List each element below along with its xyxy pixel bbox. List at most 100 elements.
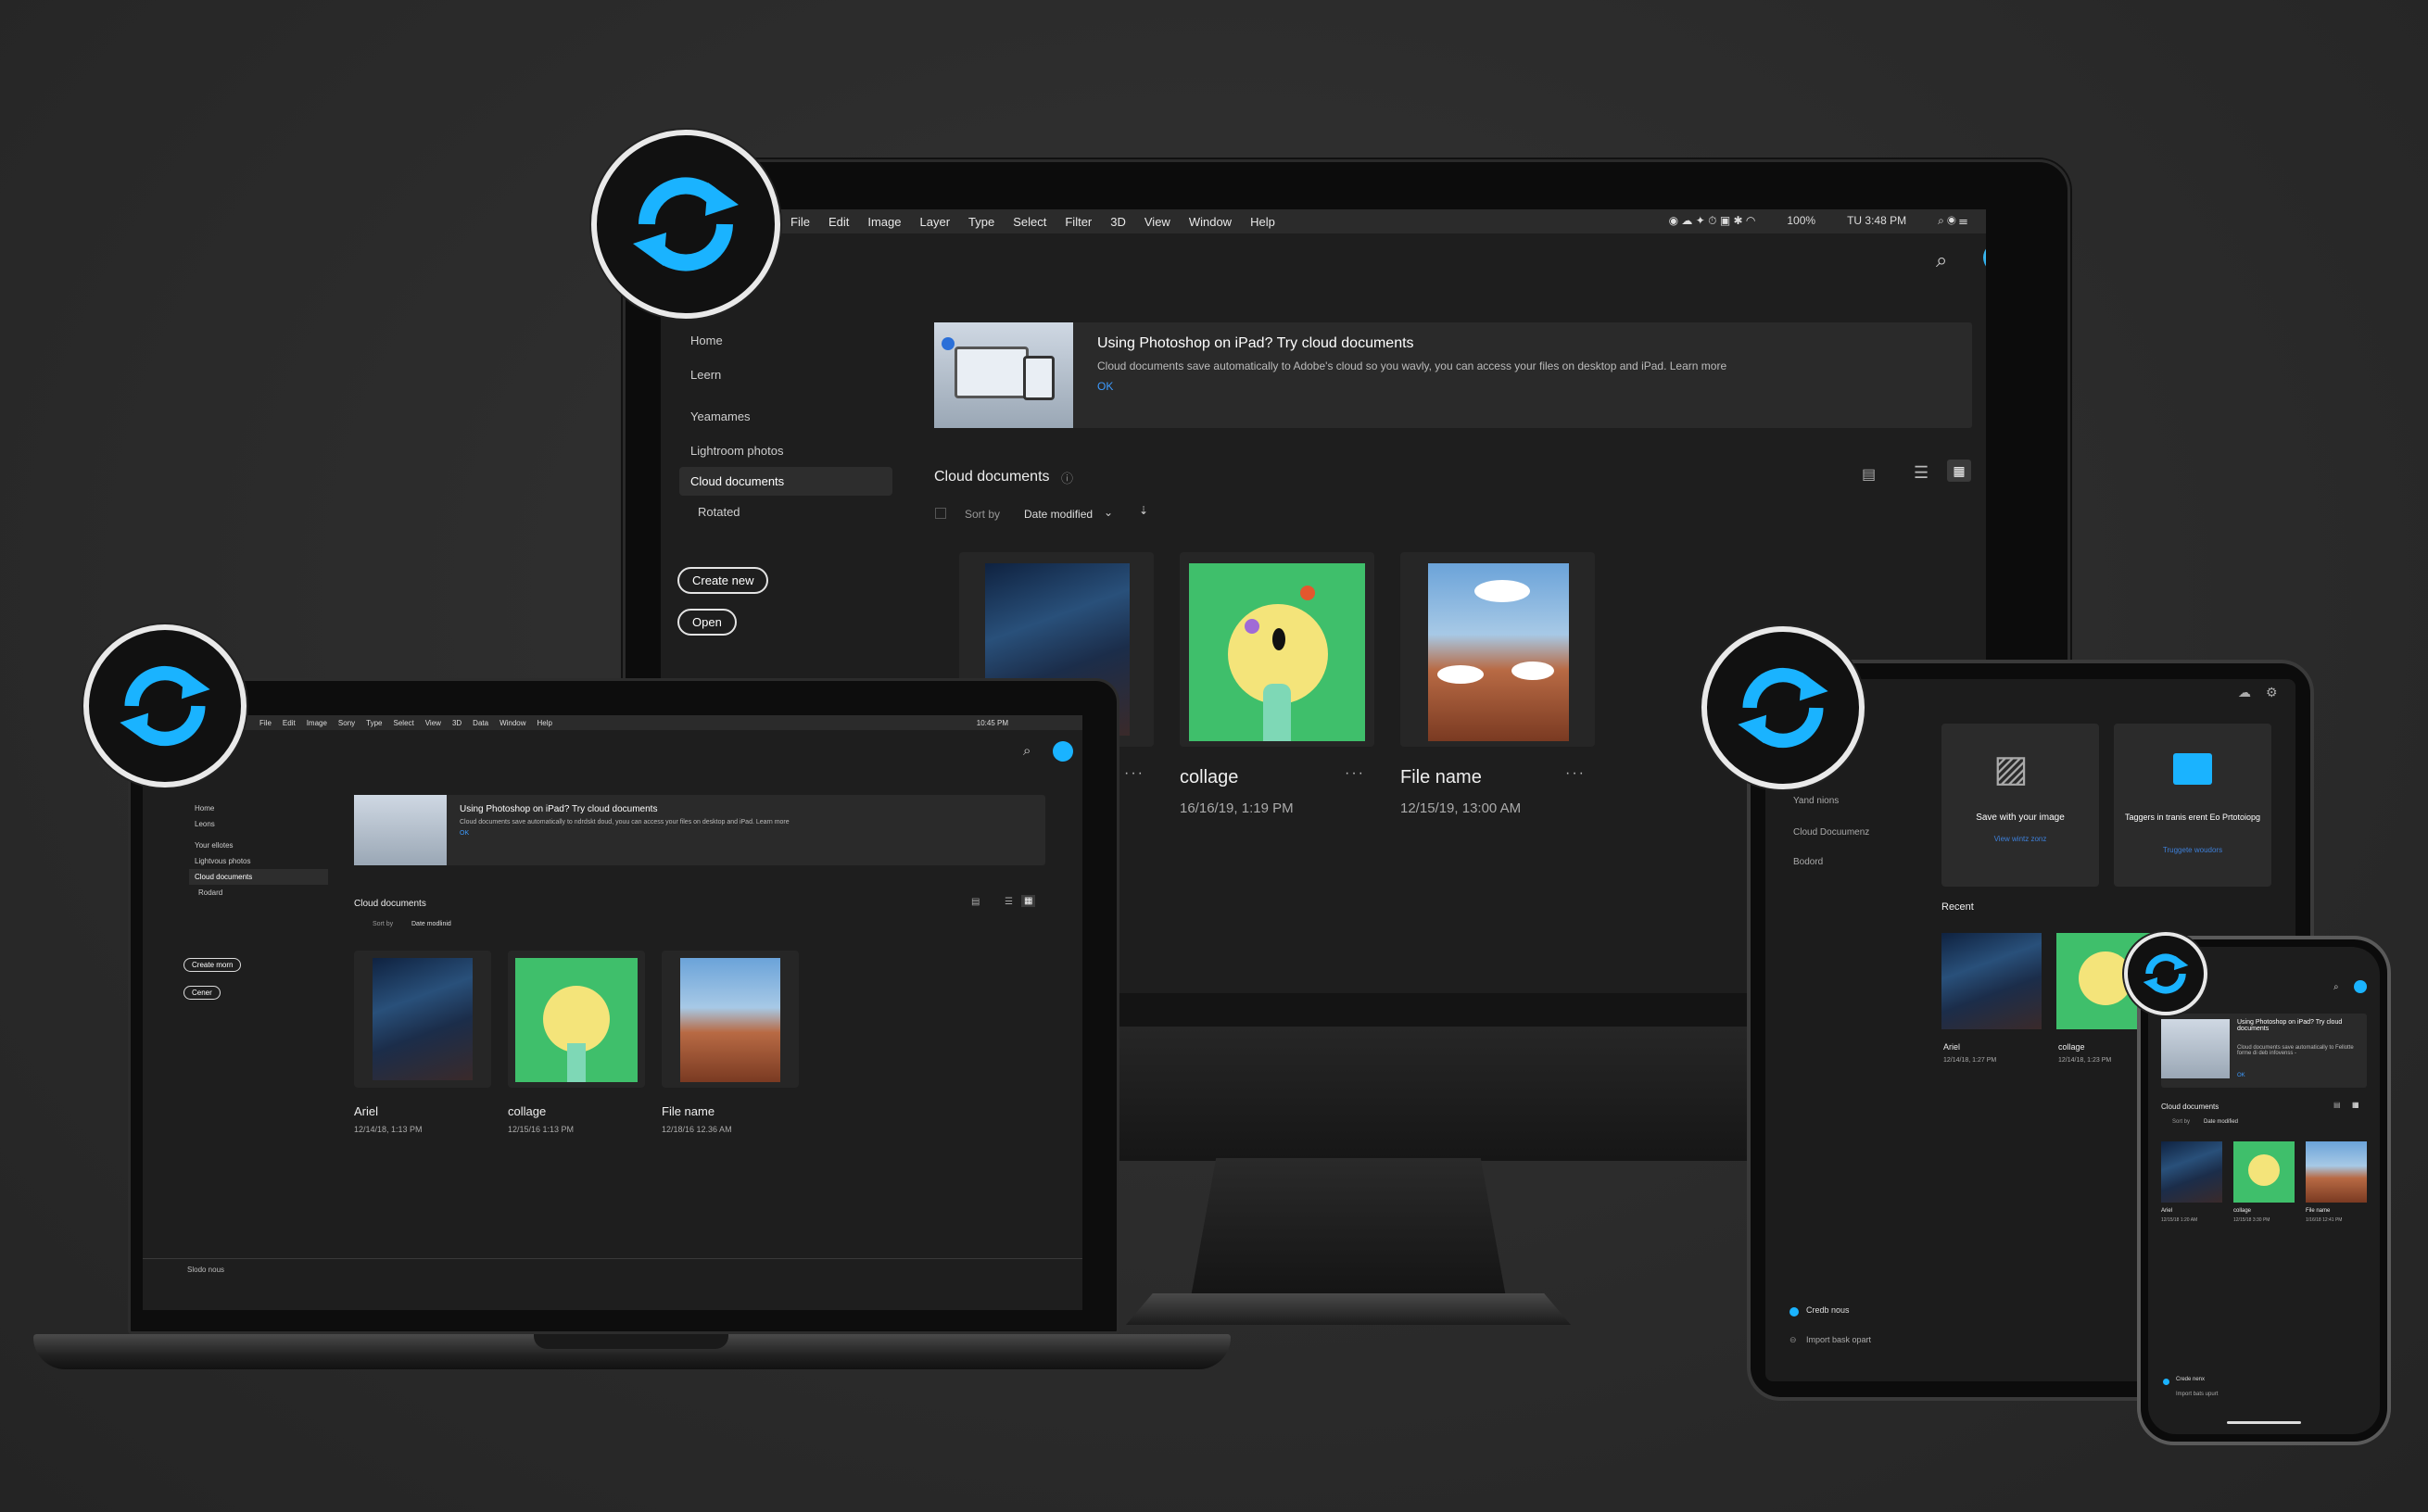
file-name[interactable]: File name xyxy=(1400,767,1482,788)
create-new-button[interactable]: Create morn xyxy=(183,958,242,972)
menu-select[interactable]: Select xyxy=(1013,215,1046,229)
avatar[interactable] xyxy=(1983,243,1986,272)
create-new-link[interactable]: Crede nenx xyxy=(2176,1377,2205,1382)
search-icon[interactable]: ⌕ xyxy=(1936,248,1947,272)
menu-image[interactable]: Image xyxy=(867,215,901,229)
sort-dropdown[interactable]: Date modified xyxy=(1024,508,1093,521)
file-name[interactable]: File name xyxy=(2306,1208,2330,1214)
menu-sony[interactable]: Sony xyxy=(338,719,355,727)
file-thumbnail[interactable] xyxy=(1941,933,2042,1029)
create-new-link[interactable]: Credb nous xyxy=(1806,1305,1850,1315)
search-icon[interactable]: ⌕ xyxy=(2333,982,2339,992)
plus-icon[interactable] xyxy=(1789,1307,1799,1317)
file-thumbnail[interactable] xyxy=(2233,1141,2295,1203)
create-new-button[interactable]: Create new xyxy=(677,567,769,594)
open-button[interactable]: Open xyxy=(677,609,737,636)
file-name[interactable]: collage xyxy=(508,1104,546,1118)
sidebar-item-home[interactable]: Home xyxy=(189,800,328,816)
plus-icon[interactable] xyxy=(2163,1379,2169,1385)
menu-help[interactable]: Help xyxy=(537,719,552,727)
card-link[interactable]: View wintz zonz xyxy=(1941,835,2099,843)
file-name[interactable]: File name xyxy=(662,1104,714,1118)
file-thumbnail[interactable] xyxy=(515,958,638,1082)
file-name[interactable]: collage xyxy=(2058,1042,2085,1052)
file-name[interactable]: Ariel xyxy=(354,1104,378,1118)
sidebar-item-lightroom[interactable]: Lightvous photos xyxy=(189,853,328,869)
grid-view-icon[interactable]: ▦ xyxy=(1947,460,1971,482)
chevron-down-icon[interactable]: ⌄ xyxy=(1104,506,1113,519)
file-name[interactable]: collage xyxy=(2233,1208,2251,1214)
more-options-icon[interactable]: ··· xyxy=(1124,765,1144,782)
select-all-checkbox[interactable] xyxy=(935,508,946,519)
import-icon[interactable]: ⊖ xyxy=(1789,1335,1797,1345)
file-thumbnail[interactable] xyxy=(2306,1141,2367,1203)
sidebar-item-yand[interactable]: Yand nions xyxy=(1793,796,1839,806)
menu-3d[interactable]: 3D xyxy=(452,719,462,727)
open-button[interactable]: Cener xyxy=(183,986,221,1000)
folder-icon[interactable]: ▤ xyxy=(2333,1101,2341,1109)
banner-ok-link[interactable]: OK xyxy=(1097,380,1113,393)
menu-edit[interactable]: Edit xyxy=(283,719,296,727)
file-thumbnail[interactable] xyxy=(1428,563,1569,741)
sidebar-item-home[interactable]: Home xyxy=(679,326,892,355)
file-thumbnail[interactable] xyxy=(680,958,780,1082)
more-options-icon[interactable]: ··· xyxy=(1565,765,1586,782)
search-icon[interactable]: ⌕ xyxy=(1023,743,1031,759)
spotlight-icon[interactable]: ⌕ ◉ ☰ xyxy=(1938,214,1967,228)
file-card[interactable] xyxy=(354,951,491,1088)
file-name[interactable]: Ariel xyxy=(1943,1042,1960,1052)
sidebar-item-learn[interactable]: Leons xyxy=(189,816,328,832)
sidebar-item-cloud-documents[interactable]: Cloud documents xyxy=(679,467,892,496)
file-card[interactable] xyxy=(1400,552,1595,747)
import-link[interactable]: Import bats upurt xyxy=(2176,1392,2218,1397)
file-name[interactable]: collage xyxy=(1180,767,1238,788)
banner-ok-link[interactable]: OK xyxy=(2237,1073,2245,1078)
menu-image[interactable]: Image xyxy=(307,719,327,727)
sort-direction-icon[interactable]: ⇣ xyxy=(1139,504,1148,517)
menu-edit[interactable]: Edit xyxy=(828,215,849,229)
menu-layer[interactable]: Layer xyxy=(920,215,951,229)
file-card[interactable] xyxy=(508,951,645,1088)
menu-view[interactable]: View xyxy=(425,719,441,727)
sidebar-item-lightroom[interactable]: Lightroom photos xyxy=(679,436,892,465)
file-name[interactable]: Ariel xyxy=(2161,1208,2172,1214)
file-card[interactable] xyxy=(1180,552,1374,747)
avatar[interactable] xyxy=(1053,741,1073,762)
avatar[interactable] xyxy=(2354,980,2367,993)
gear-icon[interactable]: ⚙ xyxy=(2266,685,2278,700)
more-options-icon[interactable]: ··· xyxy=(1345,765,1365,782)
sidebar-item-yeamames[interactable]: Yeamames xyxy=(679,402,892,431)
list-view-icon[interactable]: ☰ xyxy=(1914,463,1928,483)
menu-type[interactable]: Type xyxy=(366,719,382,727)
sidebar-item-your[interactable]: Your ellotes xyxy=(189,838,328,853)
menu-window[interactable]: Window xyxy=(500,719,525,727)
card-link[interactable]: Truggete woudors xyxy=(2114,846,2271,854)
file-thumbnail[interactable] xyxy=(1189,563,1365,741)
home-indicator[interactable] xyxy=(2227,1421,2301,1424)
menu-type[interactable]: Type xyxy=(968,215,994,229)
menu-3d[interactable]: 3D xyxy=(1110,215,1126,229)
menu-file[interactable]: File xyxy=(259,719,272,727)
menu-select[interactable]: Select xyxy=(394,719,414,727)
save-image-card[interactable]: ▨ Save with your image View wintz zonz xyxy=(1941,724,2099,887)
sidebar-item-cloud-documents[interactable]: Cloud Docuumenz xyxy=(1793,827,1869,838)
file-card[interactable] xyxy=(662,951,799,1088)
sidebar-item-rodard[interactable]: Rodard xyxy=(189,885,328,901)
cloud-icon[interactable]: ☁ xyxy=(2238,685,2251,700)
file-thumbnail[interactable] xyxy=(373,958,473,1080)
menu-help[interactable]: Help xyxy=(1250,215,1275,229)
menu-view[interactable]: View xyxy=(1144,215,1170,229)
sort-dropdown[interactable]: Date modified xyxy=(2204,1119,2238,1125)
folder-icon[interactable]: ▤ xyxy=(971,897,980,907)
menu-data[interactable]: Data xyxy=(473,719,488,727)
sidebar-item-bodord[interactable]: Bodord xyxy=(1793,857,1823,867)
file-thumbnail[interactable] xyxy=(2161,1141,2222,1203)
grid-view-icon[interactable]: ▦ xyxy=(2352,1101,2359,1109)
import-link[interactable]: Import bask opart xyxy=(1806,1335,1871,1344)
grid-view-icon[interactable]: ▦ xyxy=(1021,895,1036,907)
menu-file[interactable]: File xyxy=(790,215,810,229)
sidebar-item-cloud-documents[interactable]: Cloud documents xyxy=(189,869,328,885)
sidebar-item-rotated[interactable]: Rotated xyxy=(679,498,892,526)
list-view-icon[interactable]: ☰ xyxy=(1005,897,1013,907)
sort-dropdown[interactable]: Date modlinid xyxy=(411,921,451,927)
